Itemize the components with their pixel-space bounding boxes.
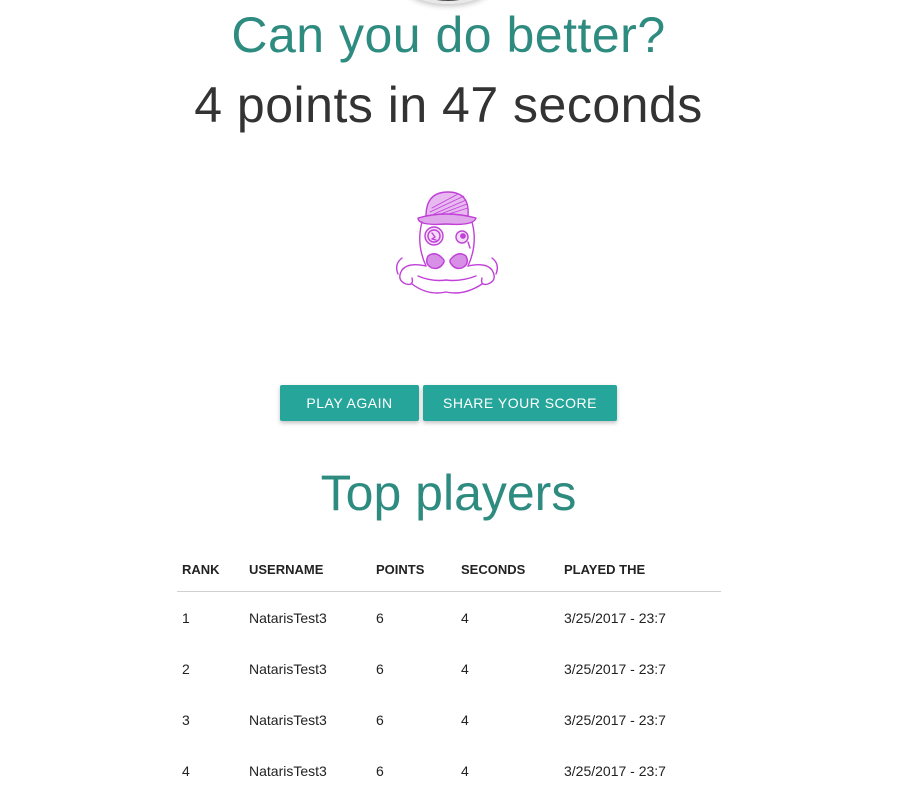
points-cell: 6 — [376, 762, 384, 779]
avatar-icon — [396, 0, 500, 4]
rank-cell: 4 — [182, 762, 190, 779]
points-cell: 6 — [376, 711, 384, 728]
points-cell: 6 — [376, 660, 384, 677]
octopus-gentleman-icon — [388, 184, 504, 300]
seconds-cell: 4 — [461, 711, 469, 728]
leaderboard-table: RANK USERNAME POINTS SECONDS PLAYED THE … — [177, 548, 721, 795]
seconds-cell: 4 — [461, 660, 469, 677]
column-header-points: POINTS — [371, 548, 456, 592]
played-the-cell: 3/25/2017 - 23:7 — [564, 660, 666, 677]
table-header: RANK USERNAME POINTS SECONDS PLAYED THE — [177, 548, 721, 592]
table-header-row: RANK USERNAME POINTS SECONDS PLAYED THE — [177, 548, 721, 592]
leaderboard-title: Top players — [320, 465, 577, 521]
table-row: 4 NatarisTest3 6 4 3/25/2017 - 23:7 — [177, 745, 721, 795]
username-cell: NatarisTest3 — [249, 762, 327, 779]
rank-cell: 2 — [182, 660, 190, 677]
share-score-button[interactable]: SHARE YOUR SCORE — [423, 385, 617, 421]
score-summary: 4 points in 47 seconds — [194, 77, 703, 133]
play-again-button[interactable]: PLAY AGAIN — [280, 385, 419, 421]
seconds-cell: 4 — [461, 762, 469, 779]
played-the-cell: 3/25/2017 - 23:7 — [564, 609, 666, 626]
played-the-cell: 3/25/2017 - 23:7 — [564, 711, 666, 728]
played-the-cell: 3/25/2017 - 23:7 — [564, 762, 666, 779]
column-header-played-the: PLAYED THE — [559, 548, 721, 592]
table-row: 3 NatarisTest3 6 4 3/25/2017 - 23:7 — [177, 694, 721, 745]
challenge-title: Can you do better? — [231, 7, 666, 63]
column-header-seconds: SECONDS — [456, 548, 559, 592]
column-header-rank: RANK — [177, 548, 244, 592]
username-cell: NatarisTest3 — [249, 609, 327, 626]
table-body: 1 NatarisTest3 6 4 3/25/2017 - 23:7 2 Na… — [177, 592, 721, 795]
rank-cell: 3 — [182, 711, 190, 728]
table-row: 1 NatarisTest3 6 4 3/25/2017 - 23:7 — [177, 592, 721, 644]
rank-cell: 1 — [182, 609, 190, 626]
table-row: 2 NatarisTest3 6 4 3/25/2017 - 23:7 — [177, 643, 721, 694]
username-cell: NatarisTest3 — [249, 660, 327, 677]
column-header-username: USERNAME — [244, 548, 371, 592]
game-over-page: Can you do better? 4 points in 47 second… — [0, 0, 897, 795]
points-cell: 6 — [376, 609, 384, 626]
seconds-cell: 4 — [461, 609, 469, 626]
username-cell: NatarisTest3 — [249, 711, 327, 728]
